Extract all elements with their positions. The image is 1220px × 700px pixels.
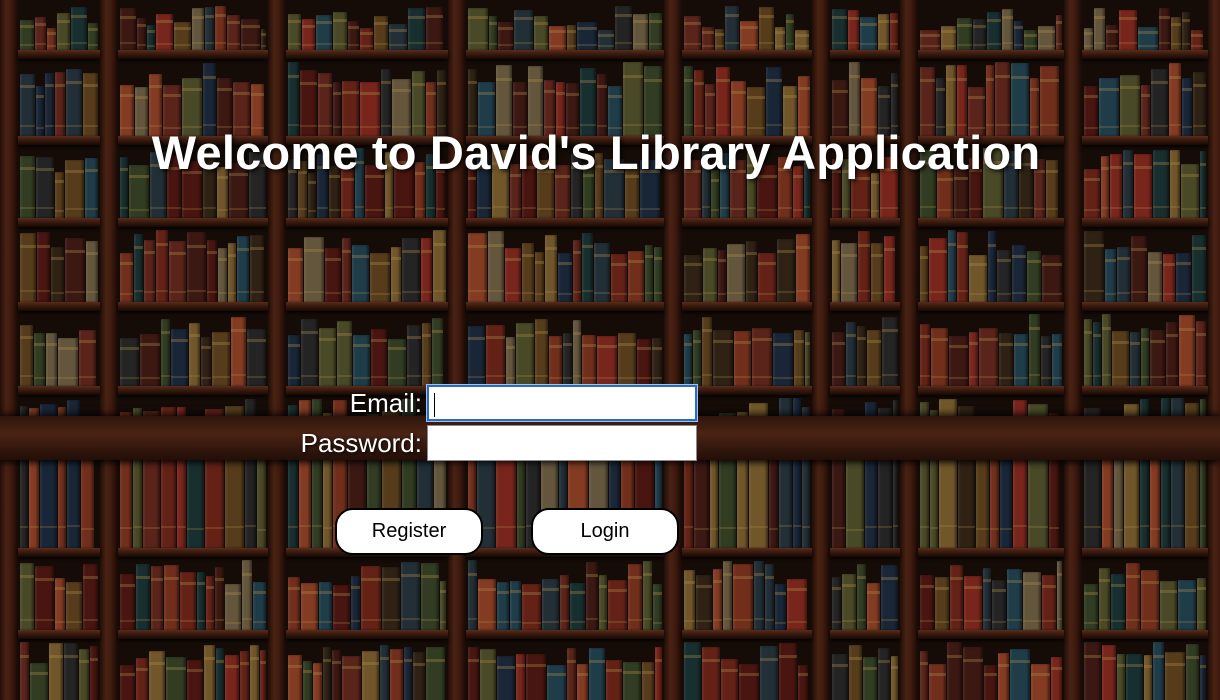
password-field[interactable] [427, 425, 697, 461]
email-row: Email: [250, 385, 422, 421]
email-field[interactable] [427, 385, 697, 421]
register-button[interactable]: Register [335, 508, 483, 555]
background-shade [0, 0, 1220, 700]
login-button[interactable]: Login [531, 508, 679, 555]
email-label: Email: [349, 388, 422, 418]
page-title: Welcome to David's Library Application [151, 126, 1041, 179]
text-caret [434, 393, 435, 417]
password-row: Password: [250, 425, 422, 461]
password-label: Password: [300, 428, 422, 458]
bookshelf-background [0, 0, 1220, 700]
